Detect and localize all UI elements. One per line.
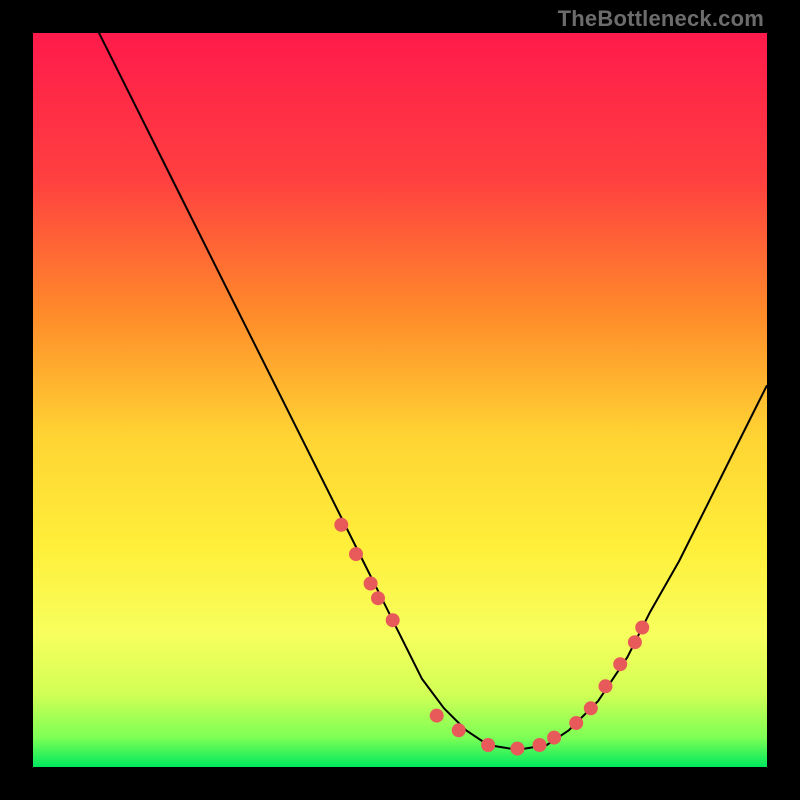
marker-dot (364, 577, 378, 591)
marker-dot (628, 635, 642, 649)
marker-dot (533, 738, 547, 752)
marker-dot (430, 709, 444, 723)
marker-dot (510, 742, 524, 756)
marker-dot (452, 723, 466, 737)
marker-dot (349, 547, 363, 561)
watermark-text: TheBottleneck.com (558, 6, 764, 32)
marker-dot (635, 621, 649, 635)
marker-dot (547, 731, 561, 745)
curve-path (77, 33, 767, 749)
marker-dot (334, 518, 348, 532)
marker-dot (584, 701, 598, 715)
chart-container: TheBottleneck.com (0, 0, 800, 800)
marker-dot (386, 613, 400, 627)
marker-dot (613, 657, 627, 671)
marker-dot (599, 679, 613, 693)
marker-dot (569, 716, 583, 730)
bottleneck-curve (33, 33, 767, 767)
marker-dot (371, 591, 385, 605)
marker-dot (481, 738, 495, 752)
plot-area (33, 33, 767, 767)
